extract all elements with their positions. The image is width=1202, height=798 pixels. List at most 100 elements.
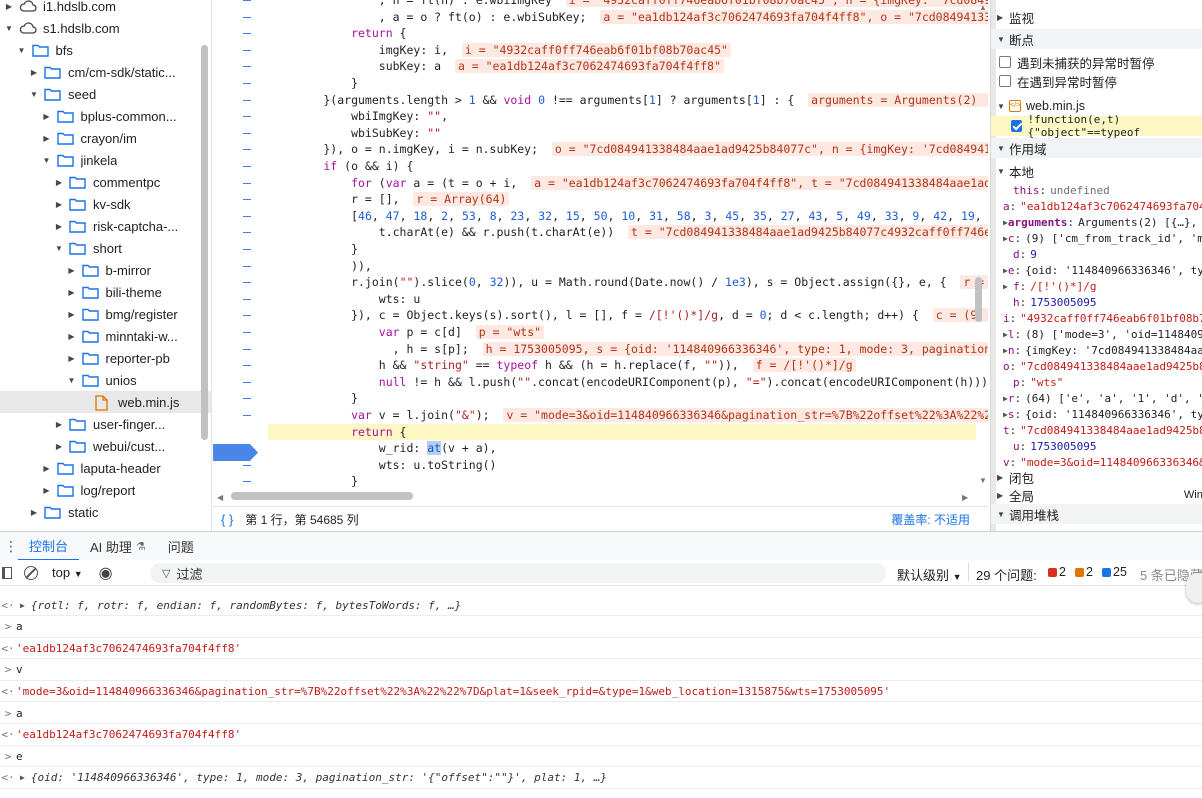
code-line[interactable]: )), <box>268 258 372 274</box>
tree-item[interactable]: ▶ user-finger... <box>0 413 211 435</box>
filter-input[interactable]: ▽ 过滤 <box>150 563 886 583</box>
tree-item[interactable]: ▼ unios <box>0 369 211 391</box>
code-line[interactable]: } <box>268 390 358 406</box>
scope-variable[interactable]: ▶l:(8) ['mode=3', 'oid=114840966336346'] <box>991 326 1202 342</box>
pause-uncaught-checkbox[interactable] <box>999 56 1011 68</box>
scope-variable[interactable]: ▶ f:/[!'()*]/g <box>991 278 1202 294</box>
console-row[interactable]: > a <box>0 703 1202 724</box>
breakpoint-entry[interactable]: !function(e,t){"object"==typeof <box>991 113 1202 139</box>
tree-item[interactable]: ▼ seed <box>0 83 211 105</box>
tree-item[interactable]: ▶ bplus-common... <box>0 105 211 127</box>
console-row[interactable]: <· ▶ {oid: '114840966336346', type: 1, mod… <box>0 768 1202 789</box>
callstack-section[interactable]: ▼ 调用堆栈 <box>991 504 1202 524</box>
scope-variable[interactable]: ▶n:{imgKey: '7cd084941338484aae1ad9425b8… <box>991 342 1202 358</box>
breakpoint-marker[interactable] <box>213 444 258 461</box>
tree-item[interactable]: ▶ static <box>0 501 211 523</box>
tree-item[interactable]: ▶ reporter-pb <box>0 347 211 369</box>
code-line[interactable]: , h = s[p]; h = 1753005095, s = {oid: '1… <box>268 341 988 357</box>
chevron-down-icon[interactable]: ▼ <box>54 244 64 253</box>
clear-console-icon[interactable] <box>24 565 38 580</box>
tab-console[interactable]: 控制台 <box>18 532 80 561</box>
tree-item[interactable]: ▼ bfs <box>0 39 211 61</box>
code-line[interactable]: for (var a = (t = o + i, a = "ea1db124af… <box>268 175 988 191</box>
error-badge[interactable]: 2 <box>1048 565 1066 579</box>
console-row[interactable]: <·'mode=3&oid=114840966336346&pagination… <box>0 681 1202 703</box>
code-line[interactable]: return { <box>268 25 406 41</box>
context-select[interactable]: top ▼ <box>52 565 83 580</box>
code-line[interactable]: wbiSubKey: "" <box>268 125 441 141</box>
code-line[interactable]: var v = l.join("&"); v = "mode=3&oid=114… <box>268 407 988 423</box>
chevron-right-icon[interactable]: ▶ <box>54 178 64 187</box>
console-row[interactable]: <·'ea1db124af3c7062474693fa704f4ff8' <box>0 638 1202 660</box>
code-line[interactable]: imgKey: i, i = "4932caff0ff746eab6f01bf0… <box>268 42 731 58</box>
chevron-right-icon[interactable]: ▶ <box>29 508 39 517</box>
chevron-right-icon[interactable]: ▶ <box>42 134 52 143</box>
tree-item[interactable]: ▶ bili-theme <box>0 281 211 303</box>
scope-variable[interactable]: a:"ea1db124af3c7062474693fa704f4ff8" <box>991 198 1202 214</box>
console-row[interactable]: <·'ea1db124af3c7062474693fa704f4ff8' <box>0 725 1202 746</box>
chevron-right-icon[interactable]: ▶ <box>67 288 77 297</box>
chevron-right-icon[interactable]: ▶ <box>42 112 52 121</box>
chevron-right-icon[interactable]: ▶ <box>20 773 25 782</box>
scroll-up-icon[interactable]: ▲ <box>979 3 987 12</box>
code-line[interactable]: h && "string" == typeof h && (h = h.repl… <box>268 357 856 373</box>
code-line[interactable]: , a = o ? ft(o) : e.wbiSubKey; a = "ea1d… <box>268 9 988 25</box>
code-line[interactable]: wts: u <box>268 291 421 307</box>
chevron-right-icon[interactable]: ▶ <box>29 68 39 77</box>
chevron-down-icon[interactable]: ▼ <box>67 376 77 385</box>
code-line[interactable]: }), c = Object.keys(s).sort(), l = [], f… <box>268 307 988 323</box>
scope-section[interactable]: ▼ 作用域 <box>991 138 1202 158</box>
code-line[interactable]: [46, 47, 18, 2, 53, 8, 23, 32, 15, 50, 1… <box>268 208 988 224</box>
scope-variable[interactable]: t:"7cd084941338484aae1ad9425b84077c4932c… <box>991 422 1202 438</box>
scroll-left-icon[interactable]: ◀ <box>217 493 223 502</box>
chevron-right-icon[interactable]: ▶ <box>54 442 64 451</box>
tree-item[interactable]: ▼ jinkela <box>0 149 211 171</box>
breakpoints-section[interactable]: ▼ 断点 <box>991 29 1202 49</box>
console-output[interactable]: <· ▶ {rotl: f, rotr: f, endian: f, randomB… <box>0 587 1202 798</box>
tree-item[interactable]: ▶ minntaki-w... <box>0 325 211 347</box>
code-line[interactable]: subKey: a a = "ea1db124af3c7062474693fa7… <box>268 58 725 74</box>
warning-badge[interactable]: 2 <box>1075 565 1093 579</box>
scope-variable[interactable]: ▶c:(9) ['cm_from_track_id', 'mode'] <box>991 230 1202 246</box>
console-row[interactable]: > e <box>0 746 1202 768</box>
scope-variable[interactable]: p: "wts" <box>991 374 1202 390</box>
code-line[interactable]: }(arguments.length > 1 && void 0 !== arg… <box>268 92 988 108</box>
tree-item[interactable]: ▶ kv-sdk <box>0 193 211 215</box>
chevron-right-icon[interactable]: ▶ <box>67 354 77 363</box>
tree-item[interactable]: ▶ commentpc <box>0 171 211 193</box>
tree-item[interactable]: ▶ i1.hdslb.com <box>0 0 211 17</box>
console-row[interactable]: > a <box>0 617 1202 638</box>
scope-variable[interactable]: ▶s:{oid: '114840966336346', type: 1} <box>991 406 1202 422</box>
log-level-select[interactable]: 默认级别 ▼ <box>897 565 962 584</box>
scope-variable[interactable]: u:1753005095 <box>991 438 1202 454</box>
scroll-right-icon[interactable]: ▶ <box>962 493 968 502</box>
chevron-right-icon[interactable]: ▶ <box>67 310 77 319</box>
tree-item[interactable]: ▶ laputa-header <box>0 457 211 479</box>
pretty-print-icon[interactable]: { } <box>221 512 233 527</box>
code-line[interactable]: wbiImgKey: "", <box>268 108 448 124</box>
scope-variable[interactable]: this: undefined <box>991 182 1202 198</box>
scope-variable[interactable]: o:"7cd084941338484aae1ad9425b84077c" <box>991 358 1202 374</box>
chevron-right-icon[interactable]: ▶ <box>54 420 64 429</box>
drawer-menu-icon[interactable]: ⋮ <box>4 538 18 555</box>
code-line[interactable]: } <box>268 473 358 489</box>
tree-item[interactable]: ▶ b-mirror <box>0 259 211 281</box>
tree-item[interactable]: ▶ bmg/register <box>0 303 211 325</box>
eye-icon[interactable]: ◉ <box>99 563 113 583</box>
editor-horizontal-scrollbar[interactable] <box>231 492 413 500</box>
code-line[interactable]: r.join("").slice(0, 32)), u = Math.round… <box>268 274 988 290</box>
breakpoint-checkbox[interactable] <box>1011 120 1022 132</box>
scope-variable[interactable]: i:"4932caff0ff746eab6f01bf08b70ac45" <box>991 310 1202 326</box>
tree-scrollbar[interactable] <box>201 45 208 440</box>
line-gutter[interactable] <box>213 0 265 489</box>
tree-item[interactable]: ▶ webui/cust... <box>0 435 211 457</box>
scroll-down-icon[interactable]: ▼ <box>979 476 987 485</box>
console-row[interactable]: > v <box>0 660 1202 681</box>
editor-vertical-scrollbar[interactable] <box>975 277 982 322</box>
chevron-right-icon[interactable]: ▶ <box>20 601 25 610</box>
chevron-down-icon[interactable]: ▼ <box>4 24 14 33</box>
watch-section[interactable]: ▶ 监视 <box>991 7 1202 27</box>
code-line[interactable]: return { <box>268 423 976 440</box>
chevron-right-icon[interactable]: ▶ <box>67 266 77 275</box>
global-scope[interactable]: ▶全局Window <box>991 485 1202 505</box>
